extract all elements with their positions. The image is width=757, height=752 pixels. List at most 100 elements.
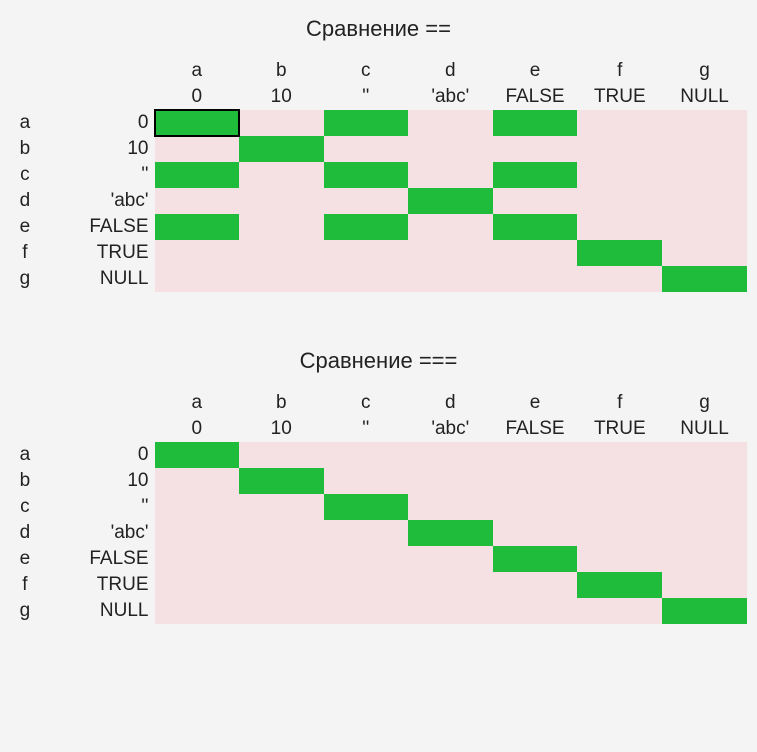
- matrix-cell[interactable]: [577, 162, 662, 188]
- matrix-cell[interactable]: [493, 188, 578, 214]
- matrix-cell[interactable]: [493, 266, 578, 292]
- matrix-cell[interactable]: [324, 214, 408, 240]
- matrix-cell[interactable]: [239, 598, 324, 624]
- matrix-cell[interactable]: [239, 266, 324, 292]
- matrix-cell[interactable]: [408, 598, 493, 624]
- matrix-cell[interactable]: [662, 494, 747, 520]
- matrix-cell[interactable]: [155, 494, 239, 520]
- matrix-cell[interactable]: [662, 214, 747, 240]
- matrix-cell[interactable]: [408, 136, 493, 162]
- matrix-cell[interactable]: [408, 572, 493, 598]
- matrix-cell[interactable]: [577, 468, 662, 494]
- matrix-cell[interactable]: [662, 188, 747, 214]
- matrix-cell[interactable]: [493, 136, 578, 162]
- matrix-cell[interactable]: [662, 266, 747, 292]
- matrix-cell[interactable]: [408, 468, 493, 494]
- matrix-cell[interactable]: [239, 136, 324, 162]
- matrix-cell[interactable]: [155, 188, 239, 214]
- matrix-cell[interactable]: [577, 520, 662, 546]
- matrix-cell[interactable]: [239, 110, 324, 136]
- matrix-cell[interactable]: [662, 520, 747, 546]
- matrix-cell[interactable]: [239, 188, 324, 214]
- matrix-cell[interactable]: [662, 546, 747, 572]
- matrix-cell[interactable]: [155, 572, 239, 598]
- matrix-cell[interactable]: [408, 110, 493, 136]
- matrix-cell[interactable]: [324, 546, 408, 572]
- matrix-cell[interactable]: [155, 520, 239, 546]
- matrix-cell[interactable]: [155, 136, 239, 162]
- col-header-letter: f: [577, 390, 662, 416]
- matrix-cell[interactable]: [324, 468, 408, 494]
- matrix-cell[interactable]: [493, 162, 578, 188]
- matrix-cell[interactable]: [662, 110, 747, 136]
- matrix-cell[interactable]: [239, 572, 324, 598]
- matrix-cell[interactable]: [493, 214, 578, 240]
- matrix-cell[interactable]: [493, 240, 578, 266]
- matrix-cell[interactable]: [155, 546, 239, 572]
- matrix-cell[interactable]: [493, 598, 578, 624]
- matrix-cell[interactable]: [408, 494, 493, 520]
- matrix-cell[interactable]: [155, 214, 239, 240]
- matrix-cell[interactable]: [239, 468, 324, 494]
- matrix-cell[interactable]: [493, 494, 578, 520]
- matrix-cell[interactable]: [577, 188, 662, 214]
- matrix-cell[interactable]: [577, 546, 662, 572]
- matrix-cell[interactable]: [239, 546, 324, 572]
- matrix-cell[interactable]: [408, 546, 493, 572]
- matrix-cell[interactable]: [662, 572, 747, 598]
- matrix-cell[interactable]: [662, 442, 747, 468]
- matrix-cell[interactable]: [239, 240, 324, 266]
- matrix-cell[interactable]: [577, 214, 662, 240]
- matrix-cell[interactable]: [155, 110, 239, 136]
- matrix-cell[interactable]: [324, 110, 408, 136]
- matrix-cell[interactable]: [662, 468, 747, 494]
- matrix-cell[interactable]: [239, 162, 324, 188]
- matrix-cell[interactable]: [493, 520, 578, 546]
- matrix-cell[interactable]: [155, 240, 239, 266]
- matrix-cell[interactable]: [408, 442, 493, 468]
- matrix-cell[interactable]: [577, 240, 662, 266]
- matrix-cell[interactable]: [324, 572, 408, 598]
- matrix-cell[interactable]: [155, 266, 239, 292]
- matrix-cell[interactable]: [324, 162, 408, 188]
- row-header-value: TRUE: [40, 240, 155, 266]
- matrix-cell[interactable]: [239, 214, 324, 240]
- matrix-cell[interactable]: [408, 520, 493, 546]
- matrix-cell[interactable]: [493, 442, 578, 468]
- matrix-cell[interactable]: [155, 442, 239, 468]
- matrix-cell[interactable]: [324, 442, 408, 468]
- matrix-cell[interactable]: [324, 494, 408, 520]
- matrix-cell[interactable]: [239, 520, 324, 546]
- matrix-cell[interactable]: [324, 240, 408, 266]
- matrix-cell[interactable]: [662, 598, 747, 624]
- matrix-cell[interactable]: [493, 546, 578, 572]
- matrix-cell[interactable]: [577, 572, 662, 598]
- matrix-cell[interactable]: [577, 442, 662, 468]
- matrix-cell[interactable]: [493, 572, 578, 598]
- matrix-cell[interactable]: [324, 188, 408, 214]
- matrix-cell[interactable]: [239, 442, 324, 468]
- matrix-cell[interactable]: [408, 240, 493, 266]
- matrix-cell[interactable]: [493, 468, 578, 494]
- matrix-cell[interactable]: [577, 598, 662, 624]
- matrix-cell[interactable]: [155, 162, 239, 188]
- matrix-cell[interactable]: [239, 494, 324, 520]
- matrix-cell[interactable]: [577, 110, 662, 136]
- matrix-cell[interactable]: [324, 520, 408, 546]
- matrix-cell[interactable]: [155, 598, 239, 624]
- matrix-cell[interactable]: [493, 110, 578, 136]
- matrix-cell[interactable]: [408, 214, 493, 240]
- matrix-cell[interactable]: [577, 494, 662, 520]
- matrix-cell[interactable]: [155, 468, 239, 494]
- matrix-cell[interactable]: [577, 266, 662, 292]
- matrix-cell[interactable]: [662, 162, 747, 188]
- matrix-cell[interactable]: [324, 136, 408, 162]
- matrix-cell[interactable]: [324, 598, 408, 624]
- matrix-cell[interactable]: [324, 266, 408, 292]
- matrix-cell[interactable]: [662, 136, 747, 162]
- matrix-cell[interactable]: [662, 240, 747, 266]
- matrix-cell[interactable]: [408, 188, 493, 214]
- matrix-cell[interactable]: [408, 266, 493, 292]
- matrix-cell[interactable]: [408, 162, 493, 188]
- matrix-cell[interactable]: [577, 136, 662, 162]
